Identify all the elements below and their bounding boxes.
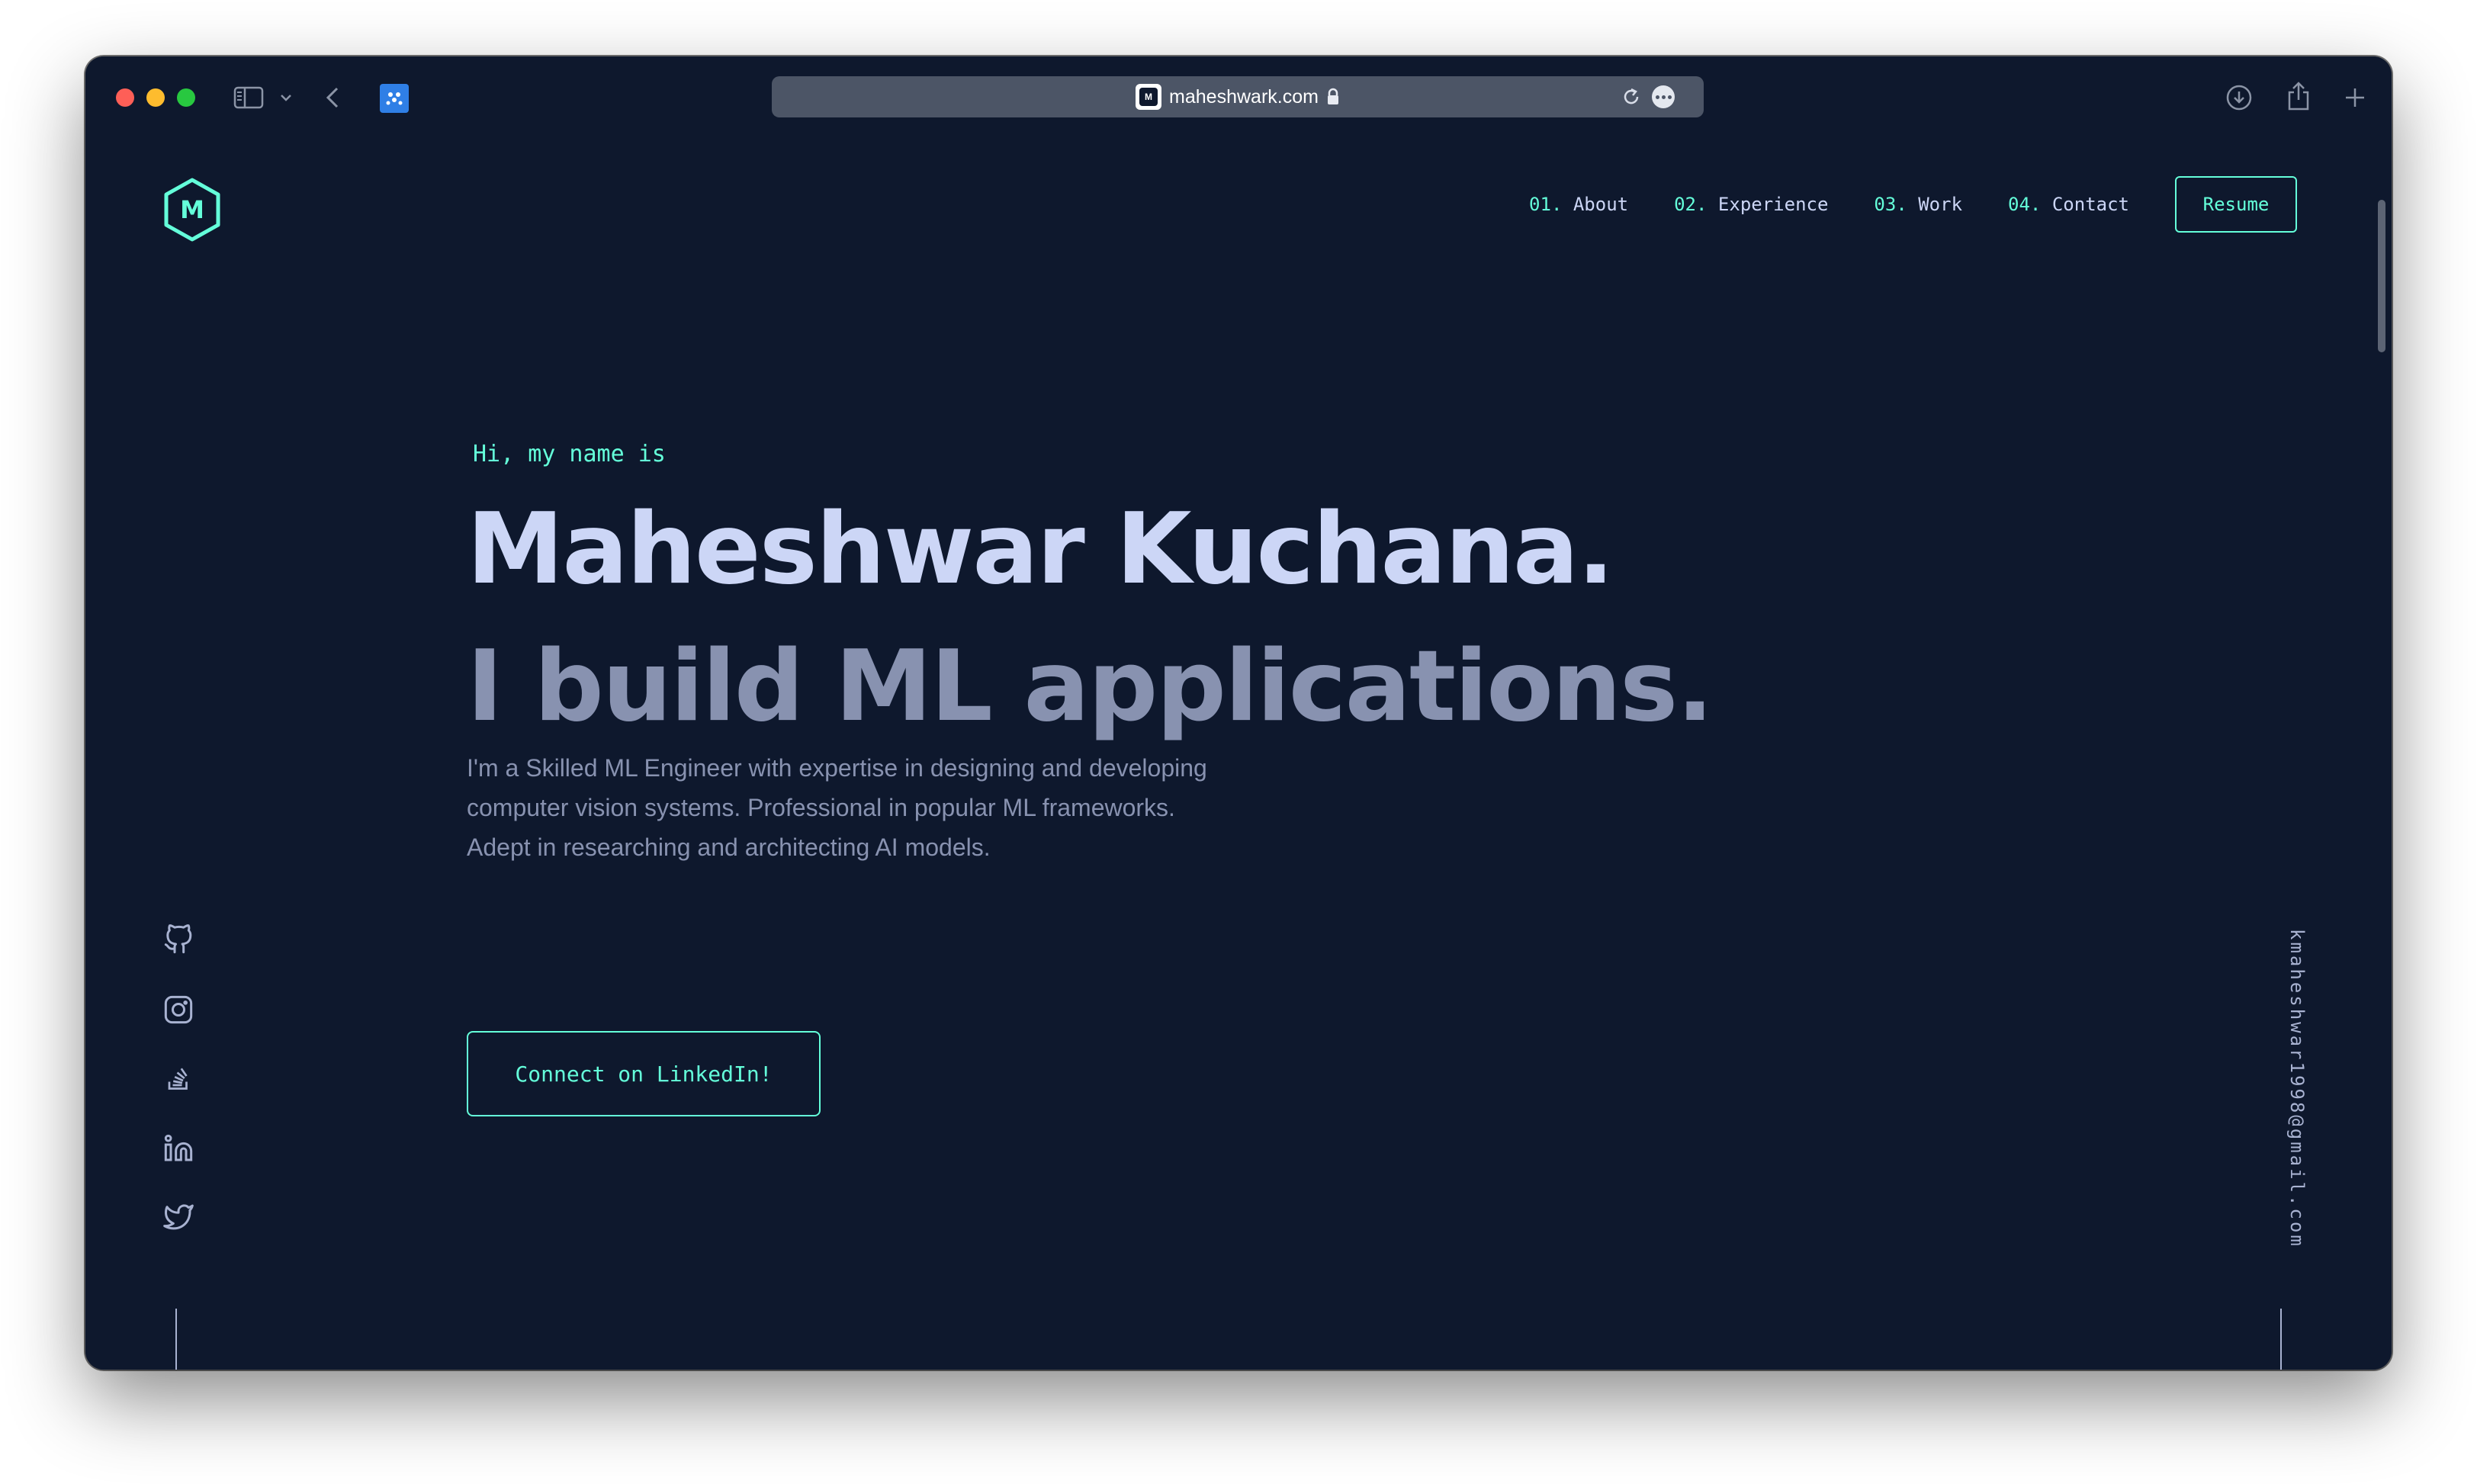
minimize-window-button[interactable] [146, 88, 165, 107]
hero-tagline: I build ML applications. [467, 630, 1714, 744]
back-arrow-icon[interactable] [322, 84, 346, 111]
main-nav: 01. About 02. Experience 03. Work 04. Co… [1483, 174, 2297, 235]
scrollbar[interactable] [2378, 200, 2385, 352]
description-line: Adept in researching and architecting AI… [467, 834, 991, 861]
browser-window: M maheshwark.com M 01. About 02. Experie… [85, 56, 2392, 1370]
favicon-letter: M [1139, 88, 1158, 106]
nav-item-work[interactable]: 03. Work [1874, 194, 1962, 215]
lock-icon [1326, 88, 1340, 106]
nav-number: 04. [2008, 194, 2042, 215]
nav-number: 01. [1529, 194, 1563, 215]
hero-name: Maheshwar Kuchana. [467, 493, 1614, 606]
nav-item-about[interactable]: 01. About [1529, 194, 1628, 215]
stackoverflow-icon[interactable] [159, 1058, 198, 1098]
hero-description: I'm a Skilled ML Engineer with expertise… [467, 748, 1306, 867]
address-bar[interactable]: M maheshwark.com [772, 76, 1704, 117]
left-divider-line [175, 1309, 177, 1370]
more-icon[interactable] [1652, 85, 1675, 108]
sidebar-icon[interactable] [233, 85, 264, 110]
twitter-icon[interactable] [159, 1197, 198, 1237]
nav-number: 02. [1674, 194, 1708, 215]
close-window-button[interactable] [116, 88, 134, 107]
extension-icon[interactable] [380, 84, 409, 113]
description-line: I'm a Skilled ML Engineer with expertise… [467, 754, 1207, 782]
site-favicon: M [1136, 84, 1162, 110]
email-link[interactable]: kmaheshwar1998@gmail.com [2274, 929, 2320, 1249]
description-line: computer vision systems. Professional in… [467, 794, 1175, 821]
instagram-icon[interactable] [159, 990, 198, 1029]
connect-linkedin-button[interactable]: Connect on LinkedIn! [467, 1031, 821, 1116]
hero-greeting: Hi, my name is [473, 441, 666, 467]
right-divider-line [2280, 1309, 2282, 1370]
logo-letter: M [180, 195, 204, 224]
nav-number: 03. [1874, 194, 1907, 215]
linkedin-icon[interactable] [159, 1129, 198, 1168]
zoom-window-button[interactable] [177, 88, 195, 107]
nav-label: Work [1918, 194, 1963, 215]
nav-label: Contact [2051, 194, 2129, 215]
chevron-down-icon[interactable] [278, 88, 294, 107]
hero-section: Hi, my name is Maheshwar Kuchana. I buil… [467, 441, 1714, 867]
nav-label: Experience [1717, 194, 1829, 215]
site-logo[interactable]: M [162, 177, 223, 243]
reload-icon[interactable] [1620, 85, 1643, 108]
github-icon[interactable] [159, 920, 198, 959]
share-icon[interactable] [2283, 79, 2314, 113]
nav-item-contact[interactable]: 04. Contact [2008, 194, 2129, 215]
url-text[interactable]: maheshwark.com [1169, 86, 1319, 108]
page-content: M 01. About 02. Experience 03. Work 04. … [85, 136, 2392, 1370]
download-icon[interactable] [2224, 82, 2254, 113]
browser-titlebar: M maheshwark.com [85, 56, 2392, 136]
nav-item-experience[interactable]: 02. Experience [1674, 194, 1828, 215]
resume-button[interactable]: Resume [2175, 176, 2297, 233]
nav-label: About [1573, 194, 1629, 215]
plus-icon[interactable] [2340, 82, 2370, 113]
